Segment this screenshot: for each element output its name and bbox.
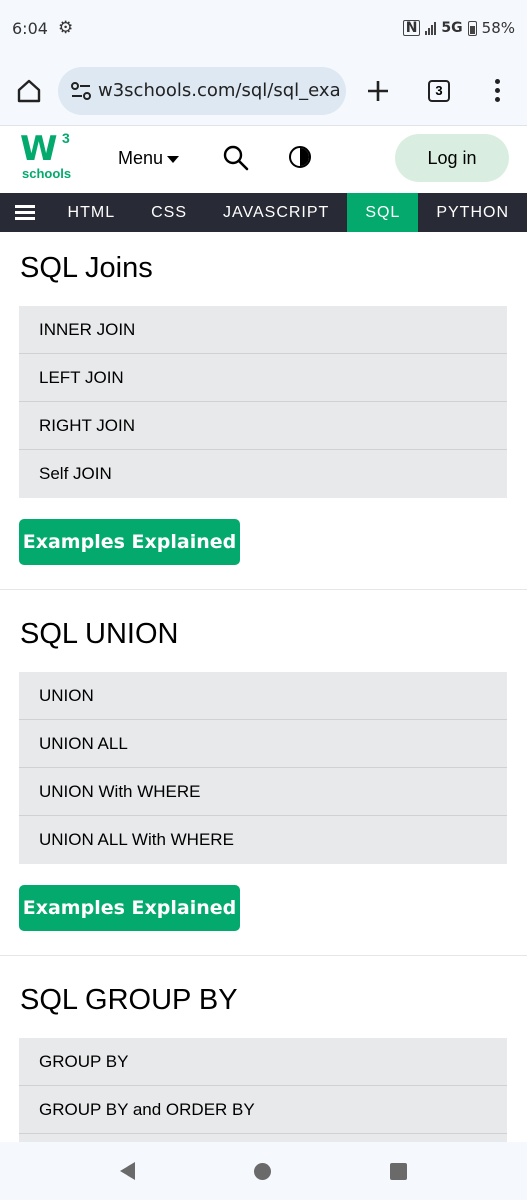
new-tab-button[interactable] bbox=[346, 79, 410, 103]
list-item[interactable]: UNION ALL With WHERE bbox=[19, 816, 507, 864]
battery-level: 58% bbox=[481, 19, 515, 37]
home-circle-icon[interactable] bbox=[253, 1162, 271, 1180]
list-item[interactable]: INNER JOIN bbox=[19, 306, 507, 354]
site-header: W 3 schools Menu Log in bbox=[0, 126, 527, 193]
nav-item-javascript[interactable]: JAVASCRIPT bbox=[205, 193, 347, 232]
nfc-icon: N bbox=[402, 20, 421, 36]
search-icon[interactable] bbox=[222, 144, 250, 172]
tune-icon[interactable] bbox=[68, 78, 94, 104]
browser-toolbar: w3schools.com/sql/sql_exa 3 bbox=[0, 56, 527, 126]
section-title: SQL UNION bbox=[20, 618, 179, 650]
w3schools-logo[interactable]: W 3 schools bbox=[20, 130, 72, 184]
caret-down-icon bbox=[167, 156, 180, 163]
tab-count: 3 bbox=[428, 79, 450, 102]
nav-item-html[interactable]: HTML bbox=[50, 193, 134, 232]
list-item[interactable]: LEFT JOIN bbox=[19, 354, 507, 402]
list-item[interactable]: UNION ALL bbox=[19, 720, 507, 768]
list-item[interactable]: Self JOIN bbox=[19, 450, 507, 498]
home-icon bbox=[17, 79, 41, 102]
url-text: w3schools.com/sql/sql_exa bbox=[98, 80, 341, 101]
menu-button[interactable]: Menu bbox=[118, 148, 180, 169]
examples-explained-button[interactable]: Examples Explained bbox=[19, 519, 240, 565]
section-title: SQL GROUP BY bbox=[20, 984, 238, 1016]
nav-item-css[interactable]: CSS bbox=[133, 193, 205, 232]
home-button[interactable] bbox=[0, 78, 58, 104]
contrast-icon[interactable] bbox=[289, 146, 311, 168]
status-bar: 6:04 ⚙ N 5G 58% bbox=[0, 0, 527, 56]
hamburger-icon[interactable] bbox=[0, 193, 50, 232]
address-bar[interactable]: w3schools.com/sql/sql_exa bbox=[58, 66, 346, 115]
list-item[interactable]: UNION bbox=[19, 672, 507, 720]
back-icon[interactable] bbox=[119, 1162, 135, 1180]
more-vert-icon[interactable] bbox=[468, 79, 526, 102]
status-indicators: N 5G 58% bbox=[402, 19, 515, 37]
divider bbox=[0, 955, 527, 956]
battery-icon bbox=[467, 20, 477, 36]
example-list: UNION UNION ALL UNION With WHERE UNION A… bbox=[19, 672, 507, 864]
network-type: 5G bbox=[441, 20, 463, 36]
tab-switcher-button[interactable]: 3 bbox=[410, 79, 468, 102]
list-item[interactable]: GROUP BY bbox=[19, 1038, 507, 1086]
status-time: 6:04 bbox=[12, 18, 48, 38]
login-button[interactable]: Log in bbox=[395, 134, 509, 182]
plus-icon bbox=[368, 80, 388, 101]
divider bbox=[0, 589, 527, 590]
topnav: HTML CSS JAVASCRIPT SQL PYTHON bbox=[0, 193, 527, 232]
nav-item-python[interactable]: PYTHON bbox=[418, 193, 527, 232]
system-nav-bar bbox=[0, 1142, 527, 1200]
list-item[interactable]: UNION With WHERE bbox=[19, 768, 507, 816]
example-list: INNER JOIN LEFT JOIN RIGHT JOIN Self JOI… bbox=[19, 306, 507, 498]
recents-icon[interactable] bbox=[390, 1162, 408, 1180]
list-item[interactable]: GROUP BY and ORDER BY bbox=[19, 1086, 507, 1134]
section-title: SQL Joins bbox=[20, 252, 153, 284]
menu-label: Menu bbox=[118, 148, 164, 168]
list-item[interactable]: RIGHT JOIN bbox=[19, 402, 507, 450]
settings-gear-icon: ⚙ bbox=[57, 18, 74, 38]
signal-icon bbox=[425, 21, 437, 35]
examples-explained-button[interactable]: Examples Explained bbox=[19, 885, 240, 931]
nav-item-sql[interactable]: SQL bbox=[347, 193, 419, 232]
